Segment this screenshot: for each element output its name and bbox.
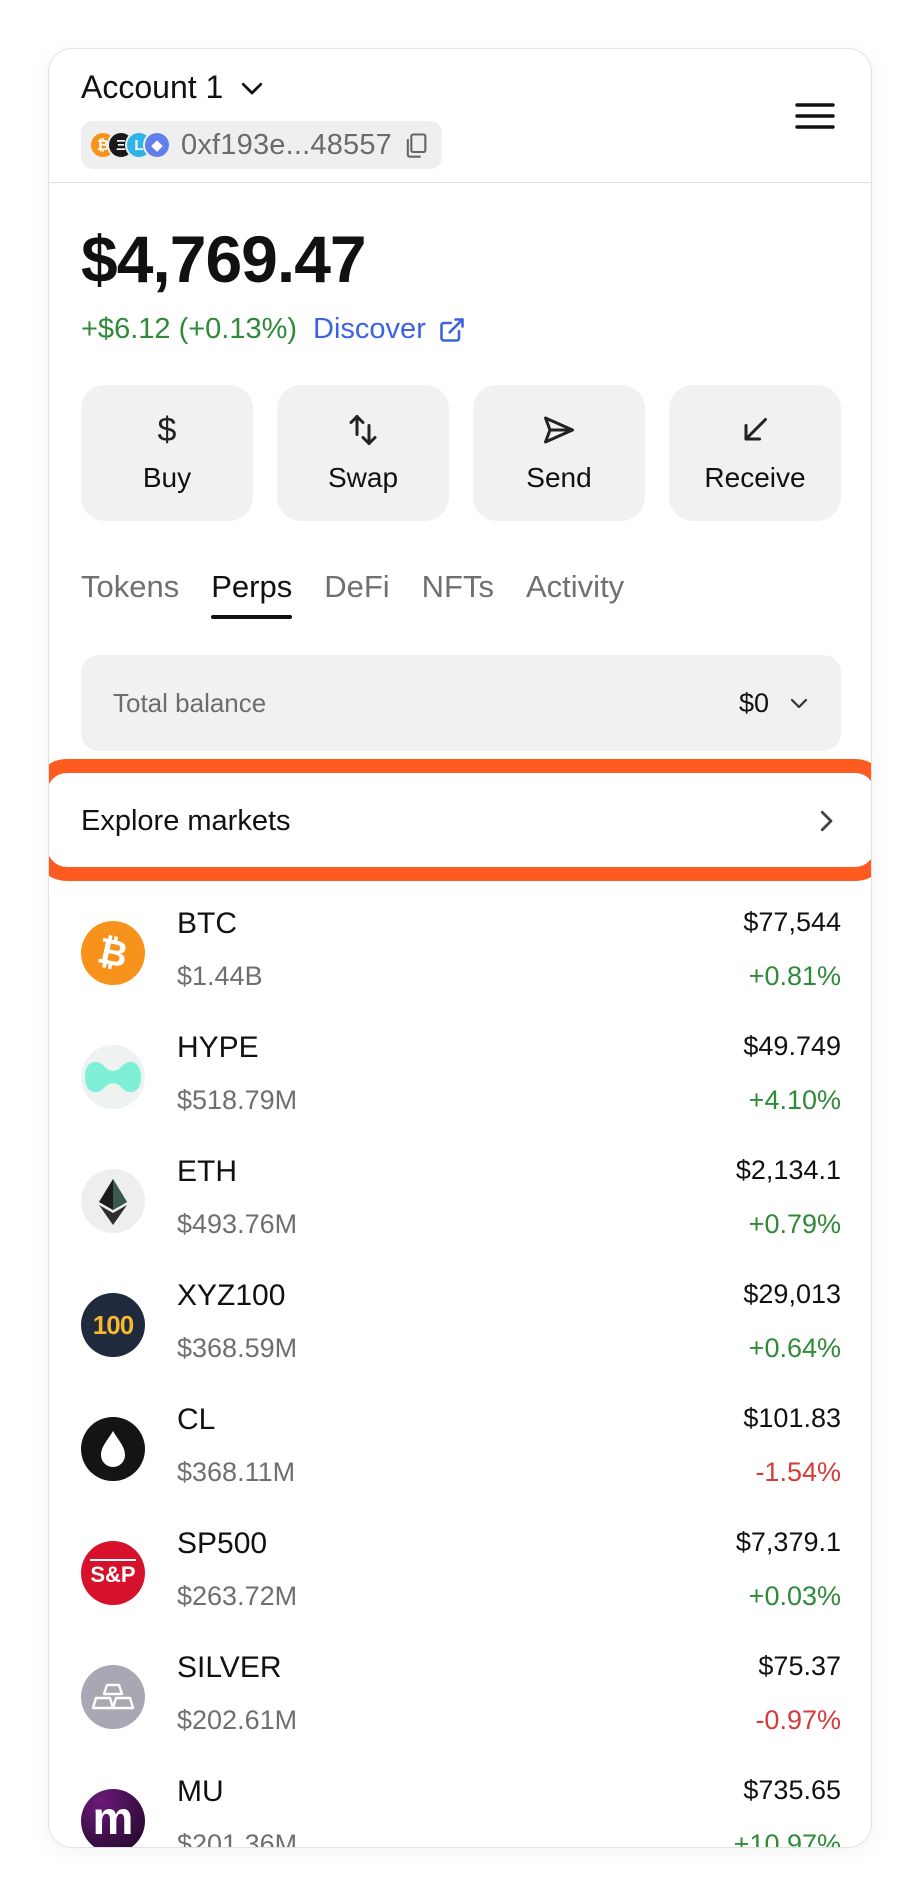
- perps-total-balance[interactable]: Total balance $0: [81, 655, 841, 751]
- market-price: $101.83: [743, 1403, 841, 1433]
- account-name: Account 1: [81, 69, 224, 105]
- dollar-icon: $: [157, 410, 177, 449]
- market-row-mu[interactable]: m MU $201.36M $735.65 +10.97%: [81, 1775, 841, 1848]
- explore-markets-button[interactable]: Explore markets: [81, 781, 841, 861]
- market-symbol: CL: [177, 1403, 216, 1436]
- total-balance-amount: $0: [738, 687, 769, 718]
- eth-logo-icon: [81, 1169, 145, 1233]
- hamburger-menu-icon[interactable]: [795, 101, 835, 131]
- market-symbol: MU: [177, 1775, 224, 1808]
- copy-icon[interactable]: [402, 131, 430, 159]
- sp500-logo-icon: S&P: [81, 1541, 145, 1605]
- market-symbol: HYPE: [177, 1031, 259, 1064]
- market-change: -1.54%: [755, 1457, 841, 1487]
- receive-arrow-icon: [744, 418, 767, 441]
- market-volume: $368.11M: [177, 1457, 296, 1487]
- balance-change-row: +$6.12 (+0.13%) Discover: [81, 313, 466, 346]
- market-volume: $368.59M: [177, 1333, 298, 1363]
- market-row-hype[interactable]: HYPE $518.79M $49.749 +4.10%: [81, 1031, 841, 1155]
- market-symbol: SP500: [177, 1527, 268, 1560]
- market-volume: $518.79M: [177, 1085, 298, 1115]
- market-price: $75.37: [758, 1651, 841, 1681]
- market-change: +0.03%: [748, 1581, 841, 1611]
- receive-button[interactable]: Receive: [669, 385, 841, 521]
- explore-markets-label: Explore markets: [81, 804, 291, 837]
- market-volume: $493.76M: [177, 1209, 298, 1239]
- chevron-down-icon: [790, 698, 808, 709]
- market-price: $77,544: [743, 907, 841, 937]
- mu-logo-icon: m: [81, 1789, 145, 1847]
- buy-label: Buy: [142, 462, 192, 493]
- market-change: +0.81%: [748, 961, 841, 991]
- silver-bars-logo-icon: [81, 1665, 145, 1729]
- chain-badges: ₿ Ξ L ◆: [89, 131, 171, 159]
- chevron-down-icon: [242, 82, 263, 94]
- asset-tabs: Tokens Perps DeFi NFTs Activity: [81, 569, 624, 619]
- hype-logo-icon: [81, 1045, 145, 1109]
- address-pill[interactable]: ₿ Ξ L ◆ 0xf193e...48557: [81, 121, 443, 169]
- market-symbol: ETH: [177, 1155, 237, 1188]
- market-row-sp500[interactable]: S&P SP500 $263.72M $7,379.1 +0.03%: [81, 1527, 841, 1651]
- market-price: $2,134.1: [735, 1155, 841, 1185]
- wallet-address: 0xf193e...48557: [181, 128, 393, 161]
- account-selector[interactable]: Account 1: [81, 69, 267, 106]
- tab-perps[interactable]: Perps: [211, 569, 292, 619]
- external-link-icon: [440, 317, 464, 342]
- buy-button[interactable]: $ Buy: [81, 385, 253, 521]
- btc-logo-icon: ₿: [81, 921, 145, 985]
- swap-label: Swap: [327, 462, 399, 493]
- market-change: +0.64%: [748, 1333, 841, 1363]
- send-button[interactable]: Send: [473, 385, 645, 521]
- market-price: $29,013: [743, 1279, 841, 1309]
- market-symbol: BTC: [177, 907, 237, 940]
- swap-button[interactable]: Swap: [277, 385, 449, 521]
- market-change: +4.10%: [748, 1085, 841, 1115]
- market-volume: $202.61M: [177, 1705, 298, 1735]
- oil-drop-logo-icon: [81, 1417, 145, 1481]
- market-price: $735.65: [743, 1775, 841, 1805]
- swap-arrows-icon: [349, 415, 377, 445]
- market-row-cl[interactable]: CL $368.11M $101.83 -1.54%: [81, 1403, 841, 1527]
- market-change: +10.97%: [733, 1829, 841, 1848]
- receive-label: Receive: [704, 462, 806, 493]
- market-change: +0.79%: [748, 1209, 841, 1239]
- tab-activity[interactable]: Activity: [526, 569, 624, 619]
- market-volume: $1.44B: [177, 961, 263, 991]
- market-volume: $263.72M: [177, 1581, 298, 1611]
- market-row-btc[interactable]: ₿ BTC $1.44B $77,544 +0.81%: [81, 907, 841, 1031]
- balance-change: +$6.12 (+0.13%): [81, 313, 298, 345]
- market-change: -0.97%: [755, 1705, 841, 1735]
- market-row-silver[interactable]: SILVER $202.61M $75.37 -0.97%: [81, 1651, 841, 1775]
- send-label: Send: [526, 462, 592, 493]
- market-symbol: XYZ100: [177, 1279, 286, 1312]
- discover-link[interactable]: Discover: [313, 313, 466, 346]
- market-symbol: SILVER: [177, 1651, 282, 1684]
- market-volume: $201.36M: [177, 1829, 298, 1848]
- ethereum-chain-icon: ◆: [143, 131, 171, 159]
- total-balance-value: $4,769.47: [81, 222, 367, 296]
- tab-tokens[interactable]: Tokens: [81, 569, 179, 619]
- account-header: Account 1 ₿ Ξ L ◆ 0xf193e...48557: [49, 49, 871, 183]
- discover-label: Discover: [313, 313, 426, 345]
- market-price: $7,379.1: [735, 1527, 841, 1557]
- market-price: $49.749: [743, 1031, 841, 1061]
- xyz100-logo-icon: 100: [81, 1293, 145, 1357]
- tab-defi[interactable]: DeFi: [324, 569, 389, 619]
- action-buttons: $ Buy Swap Send Receive: [81, 385, 841, 521]
- wallet-panel: Account 1 ₿ Ξ L ◆ 0xf193e...48557 $4,769…: [48, 48, 872, 1848]
- total-balance-label: Total balance: [113, 687, 267, 718]
- market-row-eth[interactable]: ETH $493.76M $2,134.1 +0.79%: [81, 1155, 841, 1279]
- market-row-xyz100[interactable]: 100 XYZ100 $368.59M $29,013 +0.64%: [81, 1279, 841, 1403]
- send-icon: [544, 416, 574, 444]
- chevron-right-icon: [820, 810, 833, 832]
- total-balance-amount-group: $0: [739, 688, 811, 719]
- tab-nfts[interactable]: NFTs: [422, 569, 494, 619]
